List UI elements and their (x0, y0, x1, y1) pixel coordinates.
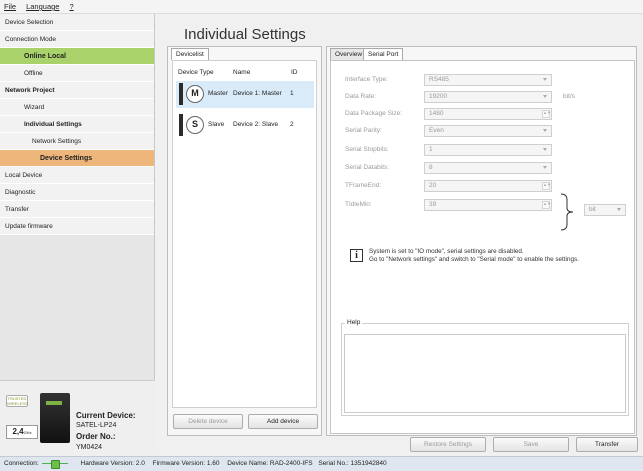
menu-language[interactable]: Language (26, 2, 59, 11)
connection-label: Connection: (4, 460, 39, 467)
current-device-model: SATEL-LP24 (76, 422, 117, 429)
master-badge-icon: M (186, 85, 204, 103)
data-package-size-label: Data Package Size: (345, 110, 403, 117)
device-id-cell: 2 (290, 121, 294, 128)
chevron-down-icon (543, 166, 547, 169)
sidebar-item-connection-mode[interactable]: Connection Mode (0, 31, 154, 48)
spinner-icon[interactable]: ▲▼ (542, 201, 551, 209)
current-device-label: Current Device: (76, 411, 136, 420)
tframeend-label: TFrameEnd: (345, 182, 382, 189)
device-type-cell: Master (208, 90, 228, 97)
column-header-name[interactable]: Name (233, 69, 250, 76)
frequency-badge: 2,4GHz (6, 425, 38, 439)
serial-databits-label: Serial Databits: (345, 164, 390, 171)
delete-device-button[interactable]: Delete device (173, 414, 243, 429)
sidebar-item-online-local[interactable]: Online Local (0, 48, 154, 65)
serial-databits-select[interactable]: 8 (424, 162, 552, 174)
sidebar-item-individual-settings[interactable]: Individual Settings (0, 116, 154, 133)
sidebar-item-diagnostic[interactable]: Diagnostic (0, 184, 154, 201)
transfer-button[interactable]: Transfer (576, 437, 638, 452)
tframeend-stepper[interactable]: 20 ▲▼ (424, 180, 552, 192)
spinner-icon[interactable]: ▲▼ (542, 182, 551, 190)
column-header-id[interactable]: ID (291, 69, 298, 76)
device-name: Device Name: RAD-2400-IFS (227, 460, 313, 467)
firmware-version: Firmware Version: 1.60 (152, 460, 220, 467)
order-number-label: Order No.: (76, 432, 116, 441)
serial-number: Serial No.: 1351942840 (318, 460, 387, 467)
time-unit-select[interactable]: bit (584, 204, 626, 216)
data-rate-label: Data Rate: (345, 93, 377, 100)
info-message-line-1: System is set to "IO mode", serial setti… (369, 248, 524, 255)
order-number-value: YM0424 (76, 444, 103, 451)
device-icon (179, 114, 183, 136)
serial-stopbits-select[interactable]: 1 (424, 144, 552, 156)
device-icon (179, 83, 183, 105)
settings-panel: Overview Serial Port Interface Type: RS4… (326, 46, 637, 436)
info-icon: i (350, 249, 363, 262)
sidebar-item-device-settings[interactable]: Device Settings (0, 150, 154, 167)
brace-icon (560, 193, 574, 231)
device-name-cell: Device 1: Master (233, 90, 282, 97)
menu-file[interactable]: File (4, 2, 16, 11)
help-label: Help (345, 319, 363, 326)
spinner-icon[interactable]: ▲▼ (542, 110, 551, 118)
tidlemin-stepper[interactable]: 39 ▲▼ (424, 199, 552, 211)
sidebar-item-network-project[interactable]: Network Project (0, 82, 154, 99)
info-message: System is set to "IO mode", serial setti… (369, 248, 579, 264)
connection-status-icon (41, 459, 68, 469)
add-device-button[interactable]: Add device (248, 414, 318, 429)
help-group: Help (341, 319, 629, 416)
sidebar-item-local-device[interactable]: Local Device (0, 167, 154, 184)
sidebar-item-wizard[interactable]: Wizard (0, 99, 154, 116)
table-row[interactable]: S Slave Device 2: Slave 2 (176, 112, 314, 139)
device-table: Device Type Name ID M Master Device 1: M… (172, 60, 317, 408)
tab-overview[interactable]: Overview (330, 48, 368, 60)
help-textbox (344, 334, 626, 413)
data-package-size-stepper[interactable]: 1480 ▲▼ (424, 108, 552, 120)
interface-type-label: Interface Type: (345, 76, 388, 83)
device-type-cell: Slave (208, 121, 225, 128)
page-title: Individual Settings (184, 26, 306, 43)
device-id-cell: 1 (290, 90, 294, 97)
chevron-down-icon (617, 208, 621, 211)
chevron-down-icon (543, 78, 547, 81)
sidebar-item-device-selection[interactable]: Device Selection (0, 14, 154, 31)
restore-settings-button[interactable]: Restore Settings (410, 437, 486, 452)
data-rate-select[interactable]: 19200 (424, 91, 552, 103)
chevron-down-icon (543, 148, 547, 151)
tab-devicelist[interactable]: Devicelist (171, 48, 209, 60)
trusted-wireless-logo: TRUSTED WIRELESS (6, 395, 28, 407)
serial-parity-label: Serial Parity: (345, 127, 382, 134)
devicelist-panel: Devicelist Device Type Name ID M Master … (167, 46, 322, 436)
save-button[interactable]: Save (493, 437, 569, 452)
slave-badge-icon: S (186, 116, 204, 134)
tab-serial-port[interactable]: Serial Port (363, 48, 404, 60)
serial-port-form: Interface Type: RS485 Data Rate: 19200 b… (330, 60, 635, 434)
serial-stopbits-label: Serial Stopbits: (345, 146, 389, 153)
device-image (40, 393, 70, 443)
column-header-device-type[interactable]: Device Type (178, 69, 214, 76)
interface-type-select[interactable]: RS485 (424, 74, 552, 86)
menu-bar: File Language ? (0, 0, 643, 14)
hardware-version: Hardware Version: 2.0 (80, 460, 145, 467)
info-message-line-2: Go to "Network settings" and switch to "… (369, 256, 579, 263)
sidebar-item-network-settings[interactable]: Network Settings (0, 133, 154, 150)
tidlemin-label: TIdleMin: (345, 201, 372, 208)
table-row[interactable]: M Master Device 1: Master 1 (176, 81, 314, 108)
sidebar-item-update-firmware[interactable]: Update firmware (0, 218, 154, 235)
current-device-card: TRUSTED WIRELESS 2,4GHz Current Device: … (0, 380, 155, 455)
serial-parity-select[interactable]: Even (424, 125, 552, 137)
sidebar-item-offline[interactable]: Offline (0, 65, 154, 82)
chevron-down-icon (543, 129, 547, 132)
sidebar-item-transfer[interactable]: Transfer (0, 201, 154, 218)
chevron-down-icon (543, 95, 547, 98)
data-rate-unit: bit/s (563, 93, 575, 100)
status-bar: Connection: Hardware Version: 2.0 Firmwa… (0, 456, 643, 471)
menu-help[interactable]: ? (69, 2, 73, 11)
device-name-cell: Device 2: Slave (233, 121, 279, 128)
